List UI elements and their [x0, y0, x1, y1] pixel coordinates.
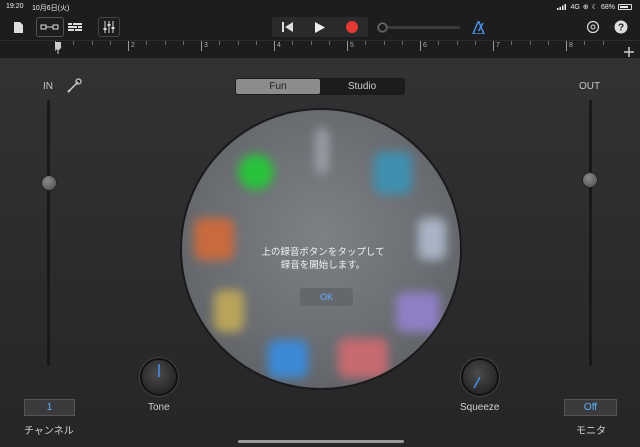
tone-label: Tone — [148, 402, 170, 413]
ruler-tick — [474, 41, 476, 45]
status-bar: 19:20 10月6日(火) 4G ⊕ ☾ 68% — [0, 0, 640, 14]
tone-knob-indicator — [158, 364, 160, 377]
input-channel-field[interactable]: 1 — [24, 399, 75, 416]
metronome-icon[interactable] — [470, 17, 486, 37]
mode-option-fun[interactable]: Fun — [236, 79, 320, 94]
view-icon[interactable] — [36, 17, 64, 37]
dialog-message: 上の録音ボタンをタップして 録音を開始します。 — [182, 246, 460, 272]
ruler-tick — [383, 41, 385, 45]
ruler-tick — [602, 41, 604, 45]
status-right: 4G ⊕ ☾ 68% — [557, 3, 632, 11]
timeline-ruler[interactable]: 1 2 3 4 5 6 7 8 — [0, 40, 640, 58]
rewind-icon[interactable] — [272, 17, 304, 37]
ruler-tick — [529, 41, 531, 45]
tracks-icon[interactable] — [66, 17, 84, 37]
ruler-tick — [255, 41, 257, 45]
ruler-tick — [547, 41, 549, 45]
status-date: 10月6日(火) — [32, 5, 70, 12]
playhead-marker[interactable] — [55, 42, 61, 54]
ruler-tick — [365, 41, 367, 45]
ruler-mark: 8 — [569, 42, 573, 49]
ruler-tick — [146, 41, 148, 45]
ruler-tick — [182, 41, 184, 45]
ruler-tick — [328, 41, 330, 45]
input-level-slider[interactable] — [47, 100, 50, 366]
input-settings-icon[interactable] — [66, 78, 82, 99]
ruler-tick — [164, 41, 166, 45]
toolbar: ? — [0, 14, 640, 40]
ruler-tick — [73, 41, 75, 45]
effect-cartoon-icon[interactable] — [268, 340, 308, 378]
status-time: 19:20 — [6, 3, 24, 10]
ruler-mark: 3 — [204, 42, 208, 49]
record-icon[interactable] — [336, 17, 368, 37]
effect-robot-icon[interactable] — [315, 128, 329, 174]
help-icon[interactable]: ? — [612, 17, 630, 37]
monitor-label: モニタ — [576, 426, 606, 437]
ruler-tick — [219, 41, 221, 45]
ruler-tick — [456, 41, 458, 45]
ruler-tick — [310, 41, 312, 45]
ruler-tick — [292, 41, 294, 45]
effect-monster-icon[interactable] — [238, 154, 274, 190]
effect-microphone-icon[interactable] — [214, 290, 244, 332]
signal-icon — [557, 4, 567, 10]
moon-icon: ☾ — [591, 4, 598, 11]
squeeze-knob-indicator — [473, 376, 481, 389]
effect-blender-icon[interactable] — [338, 338, 388, 378]
output-level-slider[interactable] — [589, 100, 592, 366]
ruler-mark: 7 — [496, 42, 500, 49]
home-indicator[interactable] — [238, 440, 404, 443]
ruler-tick — [584, 41, 586, 45]
ruler-tick — [438, 41, 440, 45]
effect-telephone-icon[interactable] — [374, 152, 412, 194]
mode-option-studio[interactable]: Studio — [320, 79, 404, 94]
tone-knob[interactable] — [140, 358, 178, 396]
output-level-knob[interactable] — [582, 172, 598, 188]
mixer-icon[interactable] — [98, 17, 120, 37]
ruler-tick — [274, 41, 275, 51]
input-level-knob[interactable] — [41, 175, 57, 191]
settings-icon[interactable] — [584, 17, 602, 37]
ruler-tick — [401, 41, 403, 45]
ruler-tick — [109, 41, 111, 45]
ruler-tick — [128, 41, 129, 51]
my-songs-icon[interactable] — [10, 17, 26, 37]
ruler-mark: 2 — [131, 42, 135, 49]
effect-dial[interactable]: 上の録音ボタンをタップして 録音を開始します。 OK — [180, 108, 462, 390]
ruler-tick — [347, 41, 348, 51]
output-label: OUT — [579, 81, 601, 92]
network-type: 4G — [570, 3, 580, 11]
dialog-line-2: 録音を開始します。 — [280, 260, 366, 271]
squeeze-label: Squeeze — [460, 402, 500, 413]
effect-chipmunk-icon[interactable] — [396, 292, 440, 332]
ok-button[interactable]: OK — [300, 288, 353, 306]
ruler-tick — [237, 41, 239, 45]
monitor-field[interactable]: Off — [564, 399, 617, 416]
svg-text:?: ? — [618, 23, 624, 34]
dialog-line-1: 上の録音ボタンをタップして — [261, 247, 385, 258]
playhead-scrubber[interactable] — [378, 23, 460, 32]
transport-controls — [272, 17, 368, 37]
squeeze-knob[interactable] — [461, 358, 499, 396]
battery-percent: 68% — [600, 3, 615, 11]
battery-icon — [618, 4, 632, 10]
mode-switch: Fun Studio — [235, 78, 405, 95]
input-channel-label: チャンネル — [24, 426, 74, 437]
ruler-tick — [566, 41, 567, 51]
scrubber-knob[interactable] — [378, 23, 387, 32]
play-icon[interactable] — [304, 17, 336, 37]
ruler-mark: 6 — [423, 42, 427, 49]
ruler-tick — [91, 41, 93, 45]
ruler-tick — [493, 41, 494, 51]
ruler-tick — [511, 41, 513, 45]
ruler-mark: 4 — [277, 42, 281, 49]
ruler-mark: 5 — [350, 42, 354, 49]
input-label: IN — [43, 81, 53, 92]
ruler-tick — [201, 41, 202, 51]
orientation-lock-icon: ⊕ — [582, 4, 589, 11]
ruler-tick — [420, 41, 421, 51]
